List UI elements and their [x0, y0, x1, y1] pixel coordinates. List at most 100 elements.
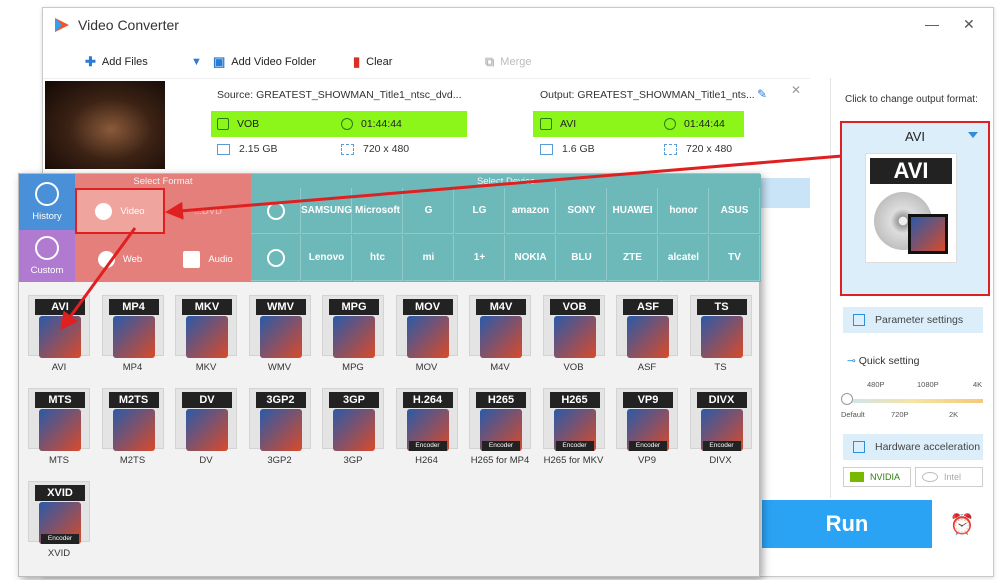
format-h265-icon: H265 Encoder	[542, 388, 605, 451]
device-brand-honor[interactable]: honor	[659, 188, 709, 234]
quality-slider-handle[interactable]	[841, 393, 853, 405]
history-button[interactable]: History	[19, 174, 75, 230]
format-item-mkv[interactable]: MKV MKV	[175, 295, 237, 373]
format-item-wmv[interactable]: WMV WMV	[248, 295, 311, 373]
device-brand-motorola[interactable]	[251, 235, 301, 281]
video-file-icon	[540, 118, 552, 130]
output-format-selector[interactable]: AVI AVI	[840, 121, 990, 296]
format-name: VOB	[563, 362, 584, 373]
format-item-vp9[interactable]: VP9 Encoder VP9	[616, 388, 678, 466]
video-thumbnail[interactable]	[45, 81, 165, 169]
run-button[interactable]: Run	[762, 500, 932, 548]
format-icon-label: M2TS	[108, 392, 159, 408]
format-icon-art	[259, 316, 302, 358]
format-name: XVID	[47, 548, 71, 559]
device-brand-htc[interactable]: htc	[353, 235, 403, 281]
category-dvd[interactable]: ...DVD	[165, 188, 251, 234]
format-item-m4v[interactable]: M4V M4V	[469, 295, 531, 373]
format-item-mp4[interactable]: MP4 MP4	[101, 295, 164, 373]
edit-name-icon[interactable]: ✎	[757, 87, 767, 101]
add-folder-button[interactable]: ▣ Add Video Folder	[213, 54, 316, 70]
device-brand-alcatel[interactable]: alcatel	[659, 235, 709, 281]
merge-icon: ⧉	[485, 54, 495, 69]
format-icon-art	[333, 316, 375, 358]
remove-file-icon[interactable]: ✕	[791, 83, 801, 97]
device-brand-1[interactable]: 1+	[455, 235, 505, 281]
minimize-icon[interactable]: —	[925, 16, 939, 32]
format-asf-icon: ASF	[616, 295, 678, 358]
format-item-ts[interactable]: TS TS	[689, 295, 752, 373]
dropdown-caret-icon[interactable]	[968, 132, 978, 138]
device-brand-huawei[interactable]: HUAWEI	[608, 188, 658, 234]
add-files-dropdown-icon[interactable]: ▼	[191, 56, 202, 68]
device-brand-microsoft[interactable]: Microsoft	[353, 188, 403, 234]
intel-toggle[interactable]: Intel	[915, 467, 983, 487]
format-item-divx[interactable]: DIVX Encoder DIVX	[689, 388, 752, 466]
device-brand-lg[interactable]: LG	[455, 188, 505, 234]
alarm-clock-icon[interactable]: ⏰	[932, 500, 992, 548]
format-item-h265-for-mkv[interactable]: H265 Encoder H265 for MKV	[542, 388, 605, 466]
format-icon-art	[112, 409, 155, 451]
source-size: 2.15 GB	[217, 143, 278, 155]
device-brand-sony[interactable]: SONY	[557, 188, 607, 234]
format-item-mpg[interactable]: MPG MPG	[322, 295, 384, 373]
output-resolution: 720 x 480	[664, 143, 732, 155]
nvidia-toggle[interactable]: NVIDIA	[843, 467, 911, 487]
format-item-mts[interactable]: MTS MTS	[28, 388, 90, 466]
format-name: VP9	[638, 455, 656, 466]
device-brand-asus[interactable]: ASUS	[710, 188, 760, 234]
merge-button[interactable]: ⧉ Merge	[485, 54, 531, 70]
device-brand-zte[interactable]: ZTE	[608, 235, 658, 281]
film-icon	[908, 214, 948, 254]
hardware-acceleration-button[interactable]: Hardware acceleration	[843, 434, 983, 460]
format-name: 3GP2	[267, 455, 292, 466]
format-item-avi[interactable]: AVI AVI	[28, 295, 90, 373]
file-row[interactable]: Source: GREATEST_SHOWMAN_Title1_ntsc_dvd…	[43, 78, 810, 178]
format-name: MTS	[48, 455, 70, 466]
format-3gp2-icon: 3GP2	[248, 388, 311, 451]
format-item-h265-for-mp4[interactable]: H265 Encoder H265 for MP4	[469, 388, 531, 466]
format-icon-label: VP9	[623, 392, 673, 408]
tick-default: Default	[841, 410, 865, 419]
format-item-mov[interactable]: MOV MOV	[395, 295, 458, 373]
output-size: 1.6 GB	[540, 143, 595, 155]
format-item-h264[interactable]: H.264 Encoder H264	[395, 388, 458, 466]
format-item-dv[interactable]: DV DV	[175, 388, 237, 466]
format-item-3gp2[interactable]: 3GP2 3GP2	[248, 388, 311, 466]
device-brand-tv[interactable]: TV	[710, 235, 760, 281]
format-name: H264	[415, 455, 438, 466]
category-video[interactable]: Video	[75, 188, 165, 234]
category-audio[interactable]: Audio	[165, 236, 251, 282]
format-item-m2ts[interactable]: M2TS M2TS	[101, 388, 164, 466]
device-brand-mi[interactable]: mi	[404, 235, 454, 281]
parameter-settings-button[interactable]: Parameter settings	[843, 307, 983, 333]
custom-button[interactable]: Custom	[19, 230, 75, 282]
quality-slider-track[interactable]	[843, 399, 983, 403]
format-item-xvid[interactable]: XVID Encoder XVID	[28, 481, 90, 559]
format-mts-icon: MTS	[28, 388, 90, 451]
format-name: TS	[714, 362, 727, 373]
history-icon	[35, 182, 59, 206]
device-brand-lenovo[interactable]: Lenovo	[302, 235, 352, 281]
folder-icon	[540, 143, 553, 155]
device-brand-nokia[interactable]: NOKIA	[506, 235, 556, 281]
toolbar: ✚ Add Files ▼ ▣ Add Video Folder ▮ Clear ⧉ M…	[43, 48, 833, 76]
format-icon-label: MTS	[35, 392, 85, 408]
format-item-asf[interactable]: ASF ASF	[616, 295, 678, 373]
category-web[interactable]: Web	[75, 236, 165, 282]
device-brand-apple[interactable]	[251, 188, 301, 234]
device-brand-g[interactable]: G	[404, 188, 454, 234]
window-title: Video Converter	[78, 17, 179, 33]
device-brand-amazon[interactable]: amazon	[506, 188, 556, 234]
clear-button[interactable]: ▮ Clear	[353, 54, 392, 70]
format-name: M4V	[490, 362, 510, 373]
device-brand-samsung[interactable]: SAMSUNG	[301, 188, 352, 234]
add-files-button[interactable]: ✚ Add Files	[85, 54, 148, 70]
format-item-3gp[interactable]: 3GP 3GP	[322, 388, 384, 466]
close-icon[interactable]: ✕	[963, 16, 975, 33]
device-brand-blu[interactable]: BLU	[557, 235, 607, 281]
nvidia-icon	[850, 472, 864, 482]
format-wmv-icon: WMV	[248, 295, 311, 358]
format-mpg-icon: MPG	[322, 295, 384, 358]
format-item-vob[interactable]: VOB VOB	[542, 295, 605, 373]
